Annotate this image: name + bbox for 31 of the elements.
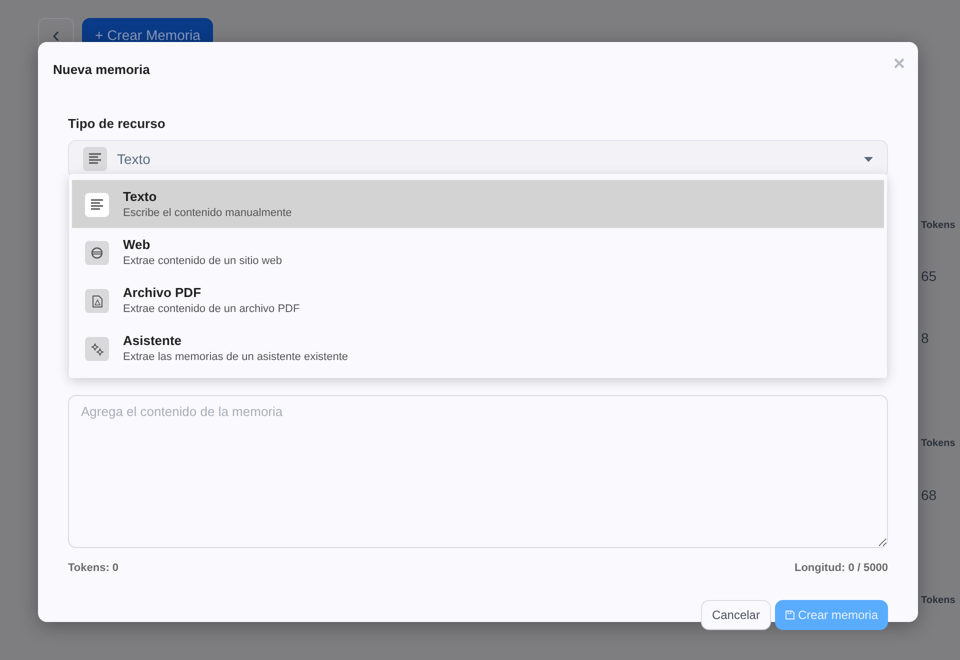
option-description: Extrae las memorias de un asistente existente [123,350,348,365]
option-description: Extrae contenido de un archivo PDF [123,302,300,317]
column-header: Tokens [921,219,956,233]
table-cell-text: 68 [921,486,938,505]
save-icon [784,610,795,620]
dropdown-item[interactable]: Archivo PDF Extrae contenido de un archivo PDF [72,276,884,324]
sparkle-icon [85,337,109,361]
dropdown-item[interactable]: Texto Escribe el contenido manualmente [72,180,884,228]
globe-icon [85,241,109,265]
pdf-file-icon [85,289,109,313]
table-cell-text: 8 [921,329,930,348]
column-header: Tokens [921,437,956,451]
option-label: Asistente [123,333,183,349]
option-label: Texto [123,189,158,205]
select-value: Texto [117,150,152,168]
length-count: Longitud: 0 / 5000 [794,561,888,576]
field-label: Tipo de recurso [68,114,166,133]
cancel-button[interactable]: Cancelar [700,600,771,630]
option-description: Extrae contenido de un sitio web [123,254,282,269]
option-description: Escribe el contenido manualmente [123,206,292,221]
dropdown-item[interactable]: Web Extrae contenido de un sitio web [72,228,884,276]
dropdown-item[interactable]: Asistente Extrae las memorias de un asistente existente [72,324,884,372]
modal-title: Nueva memoria [53,61,151,79]
column-header: Tokens [921,594,956,608]
table-cell-text: 65 [921,267,938,286]
text-lines-icon [85,193,109,217]
option-label: Archivo PDF [123,285,202,301]
token-count: Tokens: 0 [68,561,119,576]
option-label: Web [123,237,152,253]
content-field[interactable]: Agrega el contenido de la memoria [68,395,888,548]
text-lines-icon [83,147,107,171]
